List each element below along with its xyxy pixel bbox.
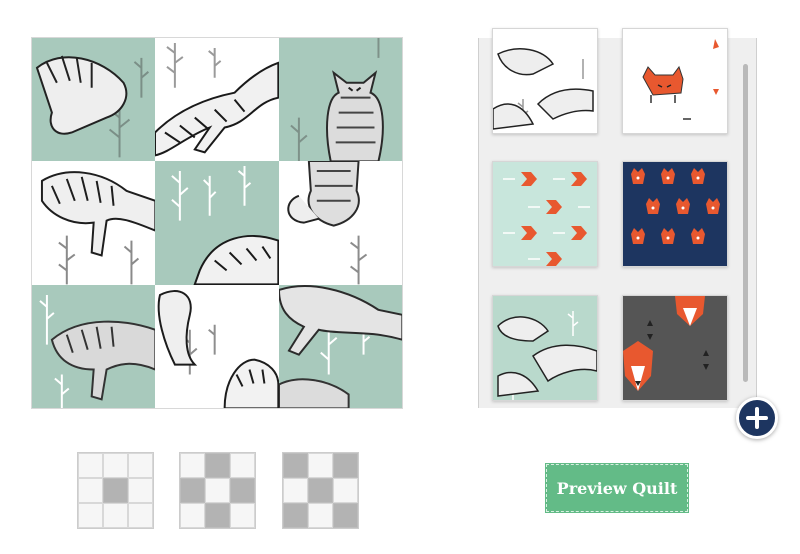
layout-cell [308,503,333,528]
swatch-orange-arrows-on-mint[interactable] [492,161,598,267]
layout-cell [180,503,205,528]
layout-cell [308,453,333,478]
layout-cell [205,478,230,503]
layout-cell [128,453,153,478]
layout-cell [205,453,230,478]
quilt-canvas[interactable] [32,38,402,408]
layout-cell [78,453,103,478]
layout-option-1[interactable] [77,452,154,529]
quilt-block-5[interactable] [155,161,279,285]
layout-cell [230,503,255,528]
quilt-block-6[interactable] [278,161,402,285]
layout-cell [180,453,205,478]
layout-cell [205,503,230,528]
layout-cell [283,478,308,503]
layout-cell [283,503,308,528]
quilt-block-3[interactable] [278,38,402,162]
layout-cell [78,503,103,528]
quilt-block-7[interactable] [32,284,156,408]
plus-icon [746,407,768,429]
quilt-block-9[interactable] [278,284,402,408]
layout-cell [103,453,128,478]
preview-quilt-button[interactable]: Preview Quilt [545,463,689,513]
layout-cell [308,478,333,503]
layout-cell [230,478,255,503]
swatch-orange-fox-on-white[interactable] [622,28,728,134]
swatch-sketched-fox-on-mint[interactable] [492,295,598,401]
layout-cell [230,453,255,478]
quilt-block-8[interactable] [155,284,279,408]
swatch-orange-foxes-on-navy[interactable] [622,161,728,267]
layout-cell [103,503,128,528]
layout-cell [128,503,153,528]
layout-cell [333,503,358,528]
swatch-geometric-fox-on-charcoal[interactable] [622,295,728,401]
scrollbar-thumb[interactable] [743,64,748,382]
swatch-panel-scrollbar[interactable] [741,40,751,400]
layout-cell [78,478,103,503]
layout-cell [333,478,358,503]
layout-cell [128,478,153,503]
layout-option-2[interactable] [179,452,256,529]
swatch-sketched-fox-on-white[interactable] [492,28,598,134]
layout-cell [283,453,308,478]
layout-cell [180,478,205,503]
quilt-block-1[interactable] [32,38,156,162]
layout-option-3[interactable] [282,452,359,529]
quilt-block-4[interactable] [32,161,156,285]
add-fabric-button[interactable] [736,397,778,439]
layout-cell [333,453,358,478]
quilt-block-2[interactable] [155,38,279,162]
layout-cell [103,478,128,503]
